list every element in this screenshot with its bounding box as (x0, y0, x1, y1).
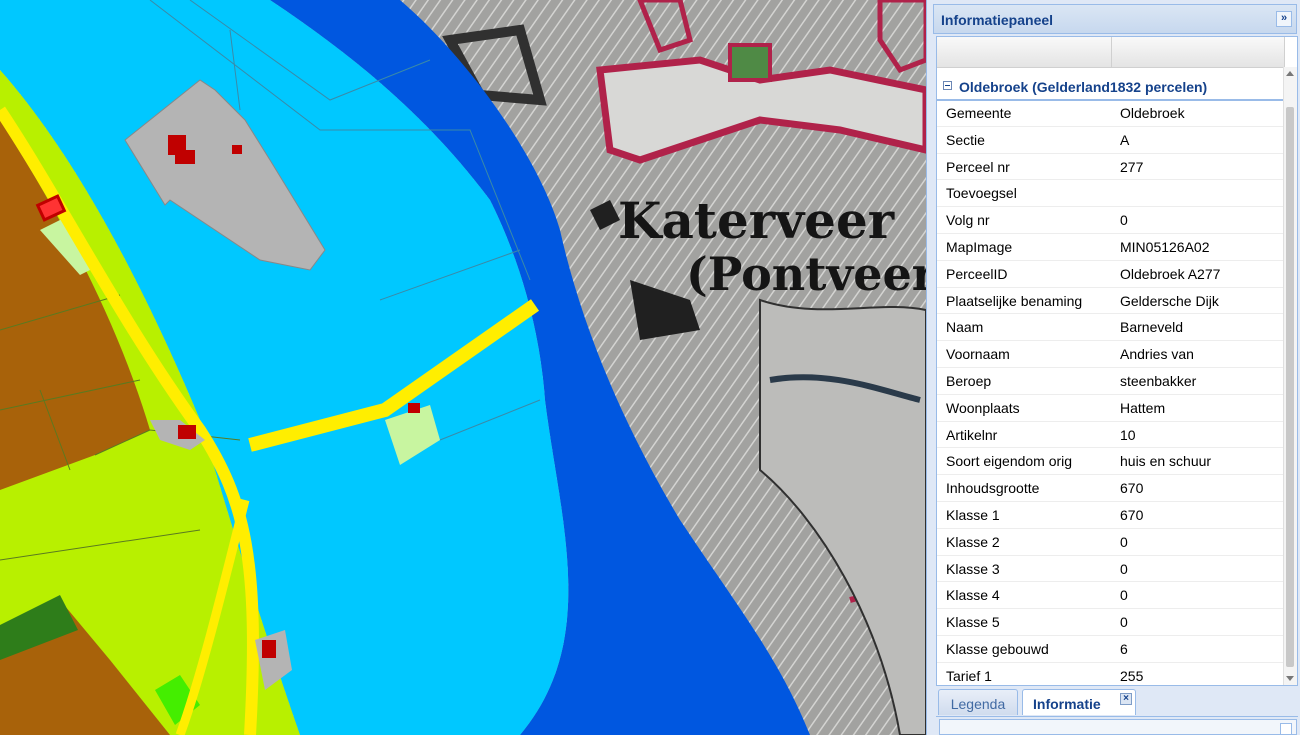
column-header-value[interactable] (1112, 37, 1285, 67)
row-value: MIN05126A02 (1120, 238, 1210, 255)
table-row[interactable]: Toevoegsel (937, 180, 1285, 208)
table-row[interactable]: Volg nr 0 (937, 207, 1285, 234)
row-key: Sectie (946, 131, 985, 148)
grid-column-header (937, 37, 1285, 68)
row-value: 0 (1120, 560, 1128, 577)
row-key: Naam (946, 319, 984, 336)
table-row[interactable]: Klasse gebouwd 6 (937, 636, 1285, 663)
tab-legenda[interactable]: Legenda (938, 689, 1018, 715)
table-row[interactable]: Klasse 1 670 (937, 502, 1285, 529)
panel-tabs: Legenda Informatie × (936, 688, 1298, 717)
table-row[interactable]: Gemeente Oldebroek (937, 100, 1285, 127)
row-value: 670 (1120, 506, 1144, 523)
row-value: huis en schuur (1120, 453, 1212, 470)
table-row[interactable]: Klasse 4 0 (937, 582, 1285, 610)
row-value: Geldersche Dijk (1120, 292, 1219, 309)
place-label-katerveer: Katerveer (618, 191, 895, 250)
column-header-property[interactable] (937, 37, 1112, 67)
row-key: Klasse 3 (946, 560, 1000, 577)
row-value: Oldebroek A277 (1120, 265, 1221, 282)
table-row[interactable]: Woonplaats Hattem (937, 395, 1285, 422)
map-view[interactable]: Katerveer (Pontveer) (0, 0, 926, 735)
row-key: Voornaam (946, 346, 1010, 363)
row-key: Woonplaats (946, 399, 1020, 416)
row-value: steenbakker (1120, 372, 1197, 389)
information-panel: Informatiepaneel » Oldebroek (Gelderland… (926, 0, 1300, 735)
scroll-up-arrow-icon[interactable] (1286, 71, 1294, 76)
row-key: Volg nr (946, 212, 990, 229)
panel-header: Informatiepaneel » (933, 4, 1297, 34)
group-header[interactable]: Oldebroek (Gelderland1832 percelen) (937, 75, 1285, 101)
info-grid: Oldebroek (Gelderland1832 percelen) Geme… (936, 36, 1298, 686)
row-key: Klasse gebouwd (946, 640, 1049, 657)
row-key: Soort eigendom orig (946, 453, 1073, 470)
table-row[interactable]: Perceel nr 277 (937, 154, 1285, 181)
panel-title: Informatiepaneel (941, 12, 1054, 28)
tab-informatie[interactable]: Informatie × (1022, 689, 1136, 715)
row-value: 0 (1120, 587, 1128, 604)
table-row[interactable]: Soort eigendom orig huis en schuur (937, 448, 1285, 476)
row-key: Klasse 5 (946, 614, 1000, 631)
row-key: MapImage (946, 238, 1013, 255)
row-value: 6 (1120, 640, 1128, 657)
row-key: Klasse 2 (946, 533, 1000, 550)
table-row[interactable]: Plaatselijke benaming Geldersche Dijk (937, 288, 1285, 315)
table-row[interactable]: Klasse 3 0 (937, 556, 1285, 583)
row-key: Plaatselijke benaming (946, 292, 1083, 309)
row-value: Oldebroek (1120, 105, 1185, 121)
row-key: Beroep (946, 372, 992, 389)
row-value: A (1120, 131, 1130, 148)
table-row[interactable]: Klasse 2 0 (937, 529, 1285, 556)
table-row[interactable]: Klasse 5 0 (937, 609, 1285, 636)
row-value: Hattem (1120, 399, 1166, 416)
row-key: Perceel nr (946, 158, 1010, 175)
table-row[interactable]: Naam Barneveld (937, 314, 1285, 342)
place-label-pontveer: (Pontveer) (686, 247, 926, 301)
table-row[interactable]: MapImage MIN05126A02 (937, 234, 1285, 261)
collapse-minus-icon[interactable] (943, 81, 952, 90)
row-key: Gemeente (946, 105, 1012, 121)
scrollbar-thumb[interactable] (1286, 107, 1294, 667)
row-value: Andries van (1120, 346, 1194, 363)
vertical-scrollbar[interactable] (1283, 67, 1297, 685)
table-row[interactable]: Tarief 1 255 (937, 663, 1285, 685)
double-chevron-right-icon[interactable]: » (1276, 11, 1292, 27)
table-row[interactable]: PerceelID Oldebroek A277 (937, 261, 1285, 288)
row-key: Artikelnr (946, 426, 998, 443)
row-value: 10 (1120, 426, 1136, 443)
row-value: 255 (1120, 667, 1144, 684)
tab-legenda-label: Legenda (950, 696, 1006, 712)
row-value: 0 (1120, 212, 1128, 229)
map-canvas[interactable]: Katerveer (Pontveer) (0, 0, 926, 735)
row-value: 0 (1120, 614, 1128, 631)
row-value: 277 (1120, 158, 1144, 175)
row-key: Tarief 1 (946, 667, 992, 684)
group-title: Oldebroek (Gelderland1832 percelen) (959, 79, 1208, 95)
row-key: Inhoudsgrootte (946, 480, 1040, 497)
close-icon[interactable]: × (1120, 693, 1132, 705)
table-row[interactable]: Beroep steenbakker (937, 368, 1285, 395)
table-row[interactable]: Voornaam Andries van (937, 341, 1285, 368)
row-key: Klasse 4 (946, 587, 1000, 604)
row-value: 670 (1120, 480, 1144, 497)
tab-informatie-label: Informatie (1033, 696, 1101, 712)
table-row[interactable]: Artikelnr 10 (937, 422, 1285, 449)
table-row[interactable]: Inhoudsgrootte 670 (937, 475, 1285, 502)
scroll-down-arrow-icon[interactable] (1286, 676, 1294, 681)
row-value: Barneveld (1120, 319, 1184, 336)
property-rows: Gemeente Oldebroek Sectie A Perceel nr 277 Toe… (937, 100, 1285, 685)
row-value: 0 (1120, 533, 1128, 550)
row-key: PerceelID (946, 265, 1008, 282)
row-key: Klasse 1 (946, 506, 1000, 523)
collapsed-sub-panel (939, 719, 1297, 735)
table-row[interactable]: Sectie A (937, 127, 1285, 154)
row-key: Toevoegsel (946, 185, 1017, 202)
chevron-up-icon[interactable] (1280, 723, 1292, 735)
